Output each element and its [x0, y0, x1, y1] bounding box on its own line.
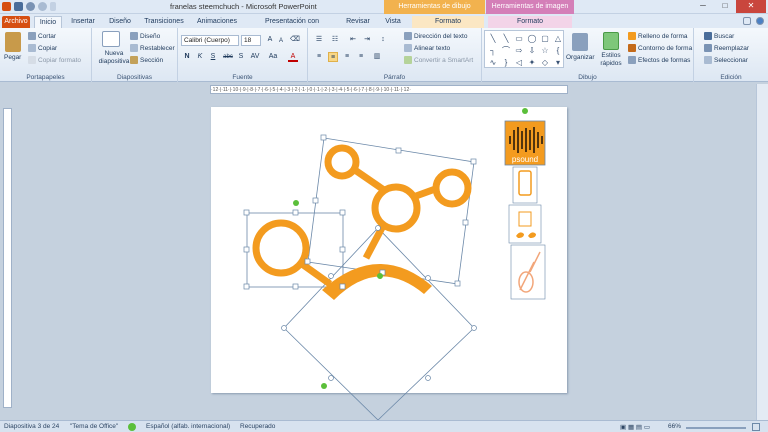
- zoom-slider[interactable]: [686, 427, 746, 429]
- theme-name[interactable]: "Tema de Office": [70, 423, 118, 430]
- rotation-handles[interactable]: [293, 108, 528, 389]
- phone-image[interactable]: [512, 166, 538, 204]
- recovered-label: Recuperado: [240, 423, 276, 430]
- spellcheck-icon[interactable]: [128, 423, 136, 431]
- slide-shapes[interactable]: psound: [0, 0, 768, 420]
- selection-frame-network[interactable]: [307, 137, 475, 285]
- fit-slide-icon[interactable]: [752, 423, 760, 431]
- network-graphic[interactable]: [252, 144, 472, 287]
- zoom-level[interactable]: 66%: [668, 423, 681, 430]
- music-note-image[interactable]: [508, 204, 542, 244]
- language-label[interactable]: Español (alfab. internacional): [146, 423, 230, 430]
- slide-counter: Diapositiva 3 de 24: [4, 423, 60, 430]
- vertical-scrollbar[interactable]: [756, 84, 768, 420]
- selection-frame-diamond[interactable]: [283, 227, 475, 420]
- psound-logo-text: psound: [512, 155, 538, 164]
- status-bar: Diapositiva 3 de 24 "Tema de Office" Esp…: [0, 420, 768, 432]
- arc-graphic[interactable]: [322, 263, 432, 300]
- view-buttons[interactable]: ▣ ▦ ▤ ▭: [620, 423, 650, 431]
